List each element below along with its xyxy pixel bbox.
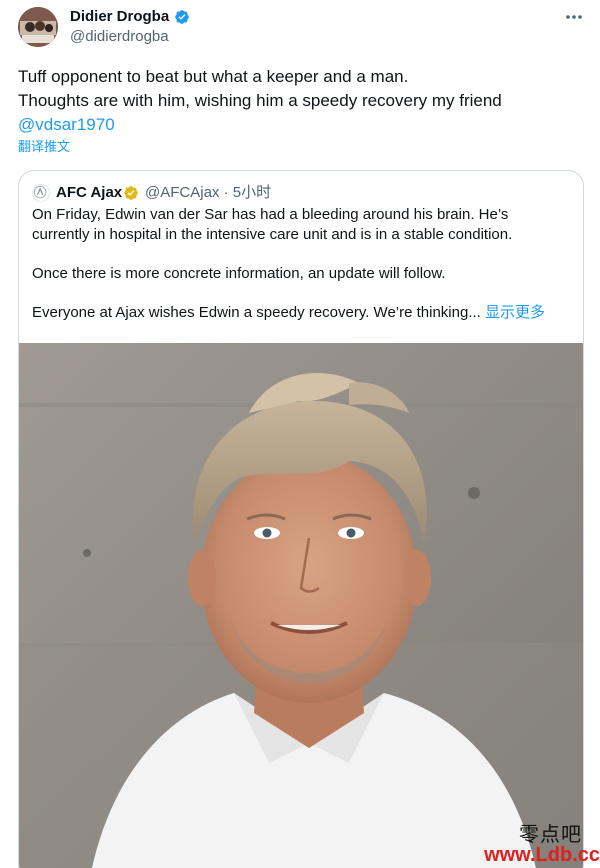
quoted-paragraph: currently in hospital in the intensive c… <box>32 226 513 243</box>
quoted-paragraph: Everyone at Ajax wishes Edwin a speedy r… <box>32 303 572 323</box>
quoted-avatar[interactable] <box>32 184 50 202</box>
quoted-timestamp[interactable]: 5小时 <box>233 184 271 201</box>
more-horizontal-icon[interactable] <box>560 8 588 26</box>
verified-badge-icon <box>175 10 189 24</box>
quoted-tweet[interactable]: AFC Ajax @AFCAjax · 5小时 On Friday, Edwin… <box>18 170 584 868</box>
tweet-card: Didier Drogba @didierdrogba Tuff opponen… <box>0 0 600 868</box>
author-avatar[interactable] <box>18 7 58 47</box>
tweet-line: Tuff opponent to beat but what a keeper … <box>18 67 409 86</box>
tweet-line: Thoughts are with him, wishing him a spe… <box>18 91 502 110</box>
quoted-paragraph: Once there is more concrete information,… <box>32 265 446 282</box>
quoted-paragraph-text: Everyone at Ajax wishes Edwin a speedy r… <box>32 304 481 321</box>
quoted-photo[interactable] <box>19 343 583 868</box>
watermark-url: www.Ldb.cc <box>484 844 600 866</box>
mention-link[interactable]: @vdsar1970 <box>18 113 588 137</box>
quoted-author-name[interactable]: AFC Ajax <box>56 183 122 203</box>
meta-separator: · <box>223 184 229 201</box>
quoted-meta: @AFCAjax · 5小时 <box>145 183 271 203</box>
show-more-link[interactable]: 显示更多 <box>485 304 545 321</box>
watermark-chinese: 零点吧 <box>519 822 582 846</box>
translate-tweet-link[interactable]: 翻译推文 <box>18 139 70 155</box>
quoted-author-handle[interactable]: @AFCAjax <box>145 184 219 201</box>
author-handle[interactable]: @didierdrogba <box>70 27 169 47</box>
ajax-logo-icon <box>33 185 47 199</box>
quoted-text: On Friday, Edwin van der Sar has had a b… <box>32 205 572 323</box>
site-watermark: 零点吧 www.Ldb.cc <box>470 818 600 868</box>
author-name[interactable]: Didier Drogba <box>70 7 169 27</box>
tweet-text: Tuff opponent to beat but what a keeper … <box>18 65 588 137</box>
quoted-paragraph: On Friday, Edwin van der Sar has had a b… <box>32 206 509 223</box>
verified-badge-icon <box>124 186 138 200</box>
